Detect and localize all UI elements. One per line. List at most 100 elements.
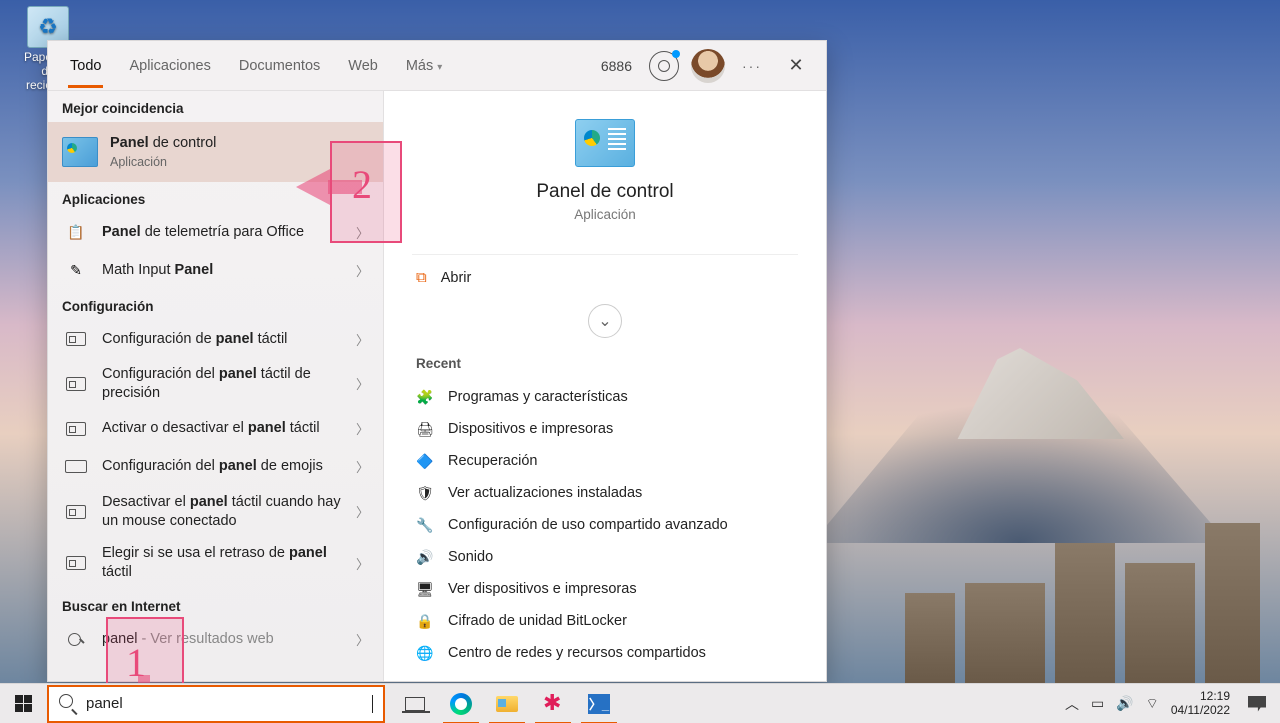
- chevron-right-icon: 〉: [356, 630, 369, 649]
- section-best-match: Mejor coincidencia: [48, 91, 383, 122]
- slack-icon: [543, 694, 563, 714]
- windows-logo-icon: [15, 695, 32, 712]
- chevron-right-icon: 〉: [356, 374, 369, 393]
- tray-overflow-button[interactable]: ︿: [1065, 694, 1079, 714]
- taskbar-search-box[interactable]: [47, 685, 385, 723]
- taskbar-app-edge[interactable]: [439, 684, 483, 723]
- settings-icon: [62, 327, 90, 351]
- tab-more[interactable]: Más: [396, 44, 452, 88]
- detail-subtitle: Aplicación: [384, 207, 826, 222]
- recent-item-icon: 🧩: [416, 388, 434, 406]
- recent-item-icon: 🛡: [416, 484, 434, 502]
- powershell-icon: 〉_: [588, 694, 610, 714]
- account-avatar[interactable]: [690, 48, 726, 84]
- tab-documents[interactable]: Documentos: [229, 44, 330, 88]
- recent-item[interactable]: 🧩Programas y características: [384, 381, 826, 413]
- avatar-icon: [691, 49, 725, 83]
- taskbar-app-powershell[interactable]: 〉_: [577, 684, 621, 723]
- action-center-icon[interactable]: [1248, 696, 1266, 712]
- recent-item-icon: 🔷: [416, 452, 434, 470]
- control-panel-large-icon: [575, 119, 635, 167]
- recent-item[interactable]: 🌐Centro de redes y recursos compartidos: [384, 637, 826, 669]
- taskbar-app-explorer[interactable]: [485, 684, 529, 723]
- chevron-right-icon: 〉: [356, 457, 369, 476]
- tab-web[interactable]: Web: [338, 44, 388, 88]
- chevron-right-icon: 〉: [356, 223, 369, 242]
- result-app-mathinput[interactable]: ✎ Math Input Panel 〉: [48, 251, 383, 289]
- control-panel-icon: [62, 137, 98, 167]
- section-web: Buscar en Internet: [48, 589, 383, 620]
- rewards-button[interactable]: [646, 48, 682, 84]
- result-control-panel[interactable]: Panel de control Aplicación: [48, 122, 383, 182]
- chevron-right-icon: 〉: [356, 261, 369, 280]
- app-icon: 📋: [62, 220, 90, 244]
- app-icon: ✎: [62, 258, 90, 282]
- folder-icon: [496, 696, 518, 712]
- recent-item[interactable]: 🖨Dispositivos e impresoras: [384, 413, 826, 445]
- start-button[interactable]: [0, 684, 46, 723]
- task-view-button[interactable]: [393, 684, 437, 723]
- reward-icon: [649, 51, 679, 81]
- result-setting[interactable]: Configuración de panel táctil〉: [48, 320, 383, 358]
- result-app-telemetry[interactable]: 📋 Panel de telemetría para Office 〉: [48, 213, 383, 251]
- recent-item[interactable]: 🖥Ver dispositivos e impresoras: [384, 573, 826, 605]
- settings-icon: [62, 551, 90, 575]
- search-icon: [59, 694, 78, 713]
- search-input[interactable]: [86, 695, 370, 712]
- section-apps: Aplicaciones: [48, 182, 383, 213]
- detail-title: Panel de control: [384, 181, 826, 203]
- chevron-down-icon: ⌄: [598, 311, 611, 331]
- taskbar-app-slack[interactable]: [531, 684, 575, 723]
- chevron-right-icon: 〉: [356, 554, 369, 573]
- close-button[interactable]: ✕: [778, 48, 814, 84]
- recent-item-icon: 🖥: [416, 580, 434, 598]
- recent-item[interactable]: 🔷Recuperación: [384, 445, 826, 477]
- result-setting[interactable]: Elegir si se usa el retraso de panel tác…: [48, 537, 383, 589]
- recent-item[interactable]: 🛡Ver actualizaciones instaladas: [384, 477, 826, 509]
- recent-item-icon: 🔧: [416, 516, 434, 534]
- result-setting[interactable]: Desactivar el panel táctil cuando hay un…: [48, 486, 383, 538]
- chevron-right-icon: 〉: [356, 502, 369, 521]
- recent-item-icon: 🌐: [416, 644, 434, 662]
- results-list: Mejor coincidencia Panel de control Apli…: [48, 91, 384, 681]
- clock[interactable]: 12:19 04/11/2022: [1171, 690, 1230, 718]
- search-header: Todo Aplicaciones Documentos Web Más 688…: [48, 41, 826, 91]
- chevron-right-icon: 〉: [356, 330, 369, 349]
- open-icon: ⧉: [416, 269, 427, 286]
- open-action[interactable]: ⧉ Abrir: [384, 255, 826, 300]
- recent-list: 🧩Programas y características🖨Dispositivo…: [384, 381, 826, 677]
- system-tray: ︿ ▭ 🔊 ⌔ 12:19 04/11/2022: [1065, 690, 1280, 718]
- result-setting[interactable]: Configuración del panel de emojis〉: [48, 448, 383, 486]
- start-search-panel: Todo Aplicaciones Documentos Web Más 688…: [47, 40, 827, 682]
- chevron-right-icon: 〉: [356, 419, 369, 438]
- expand-button[interactable]: ⌄: [588, 304, 622, 338]
- recent-heading: Recent: [384, 352, 826, 381]
- tab-all[interactable]: Todo: [60, 44, 111, 88]
- more-options-button[interactable]: ···: [734, 48, 770, 84]
- edge-icon: [450, 693, 472, 715]
- search-icon: [62, 627, 90, 651]
- result-web-search[interactable]: panel - Ver resultados web 〉: [48, 620, 383, 658]
- result-setting[interactable]: Configuración del panel táctil de precis…: [48, 358, 383, 410]
- volume-icon[interactable]: 🔊: [1116, 695, 1133, 712]
- settings-icon: [62, 417, 90, 441]
- recent-item[interactable]: 🔊Sonido: [384, 541, 826, 573]
- result-setting[interactable]: Activar o desactivar el panel táctil〉: [48, 410, 383, 448]
- settings-icon: [62, 455, 90, 479]
- reward-points: 6886: [601, 58, 632, 74]
- recent-item-icon: 🔒: [416, 612, 434, 630]
- recent-item-icon: 🔊: [416, 548, 434, 566]
- tab-apps[interactable]: Aplicaciones: [119, 44, 220, 88]
- result-title: Panel de control Aplicación: [110, 134, 369, 170]
- taskbar: 〉_ ︿ ▭ 🔊 ⌔ 12:19 04/11/2022: [0, 683, 1280, 723]
- taskview-icon: [405, 697, 425, 711]
- recent-item[interactable]: 🔒Cifrado de unidad BitLocker: [384, 605, 826, 637]
- settings-icon: [62, 372, 90, 396]
- result-detail-pane: Panel de control Aplicación ⧉ Abrir ⌄ Re…: [384, 91, 826, 681]
- recent-item[interactable]: 🔧Configuración de uso compartido avanzad…: [384, 509, 826, 541]
- section-settings: Configuración: [48, 289, 383, 320]
- wifi-icon[interactable]: ⌔: [1146, 695, 1159, 713]
- settings-icon: [62, 500, 90, 524]
- recent-item-icon: 🖨: [416, 420, 434, 438]
- battery-icon[interactable]: ▭: [1091, 695, 1104, 712]
